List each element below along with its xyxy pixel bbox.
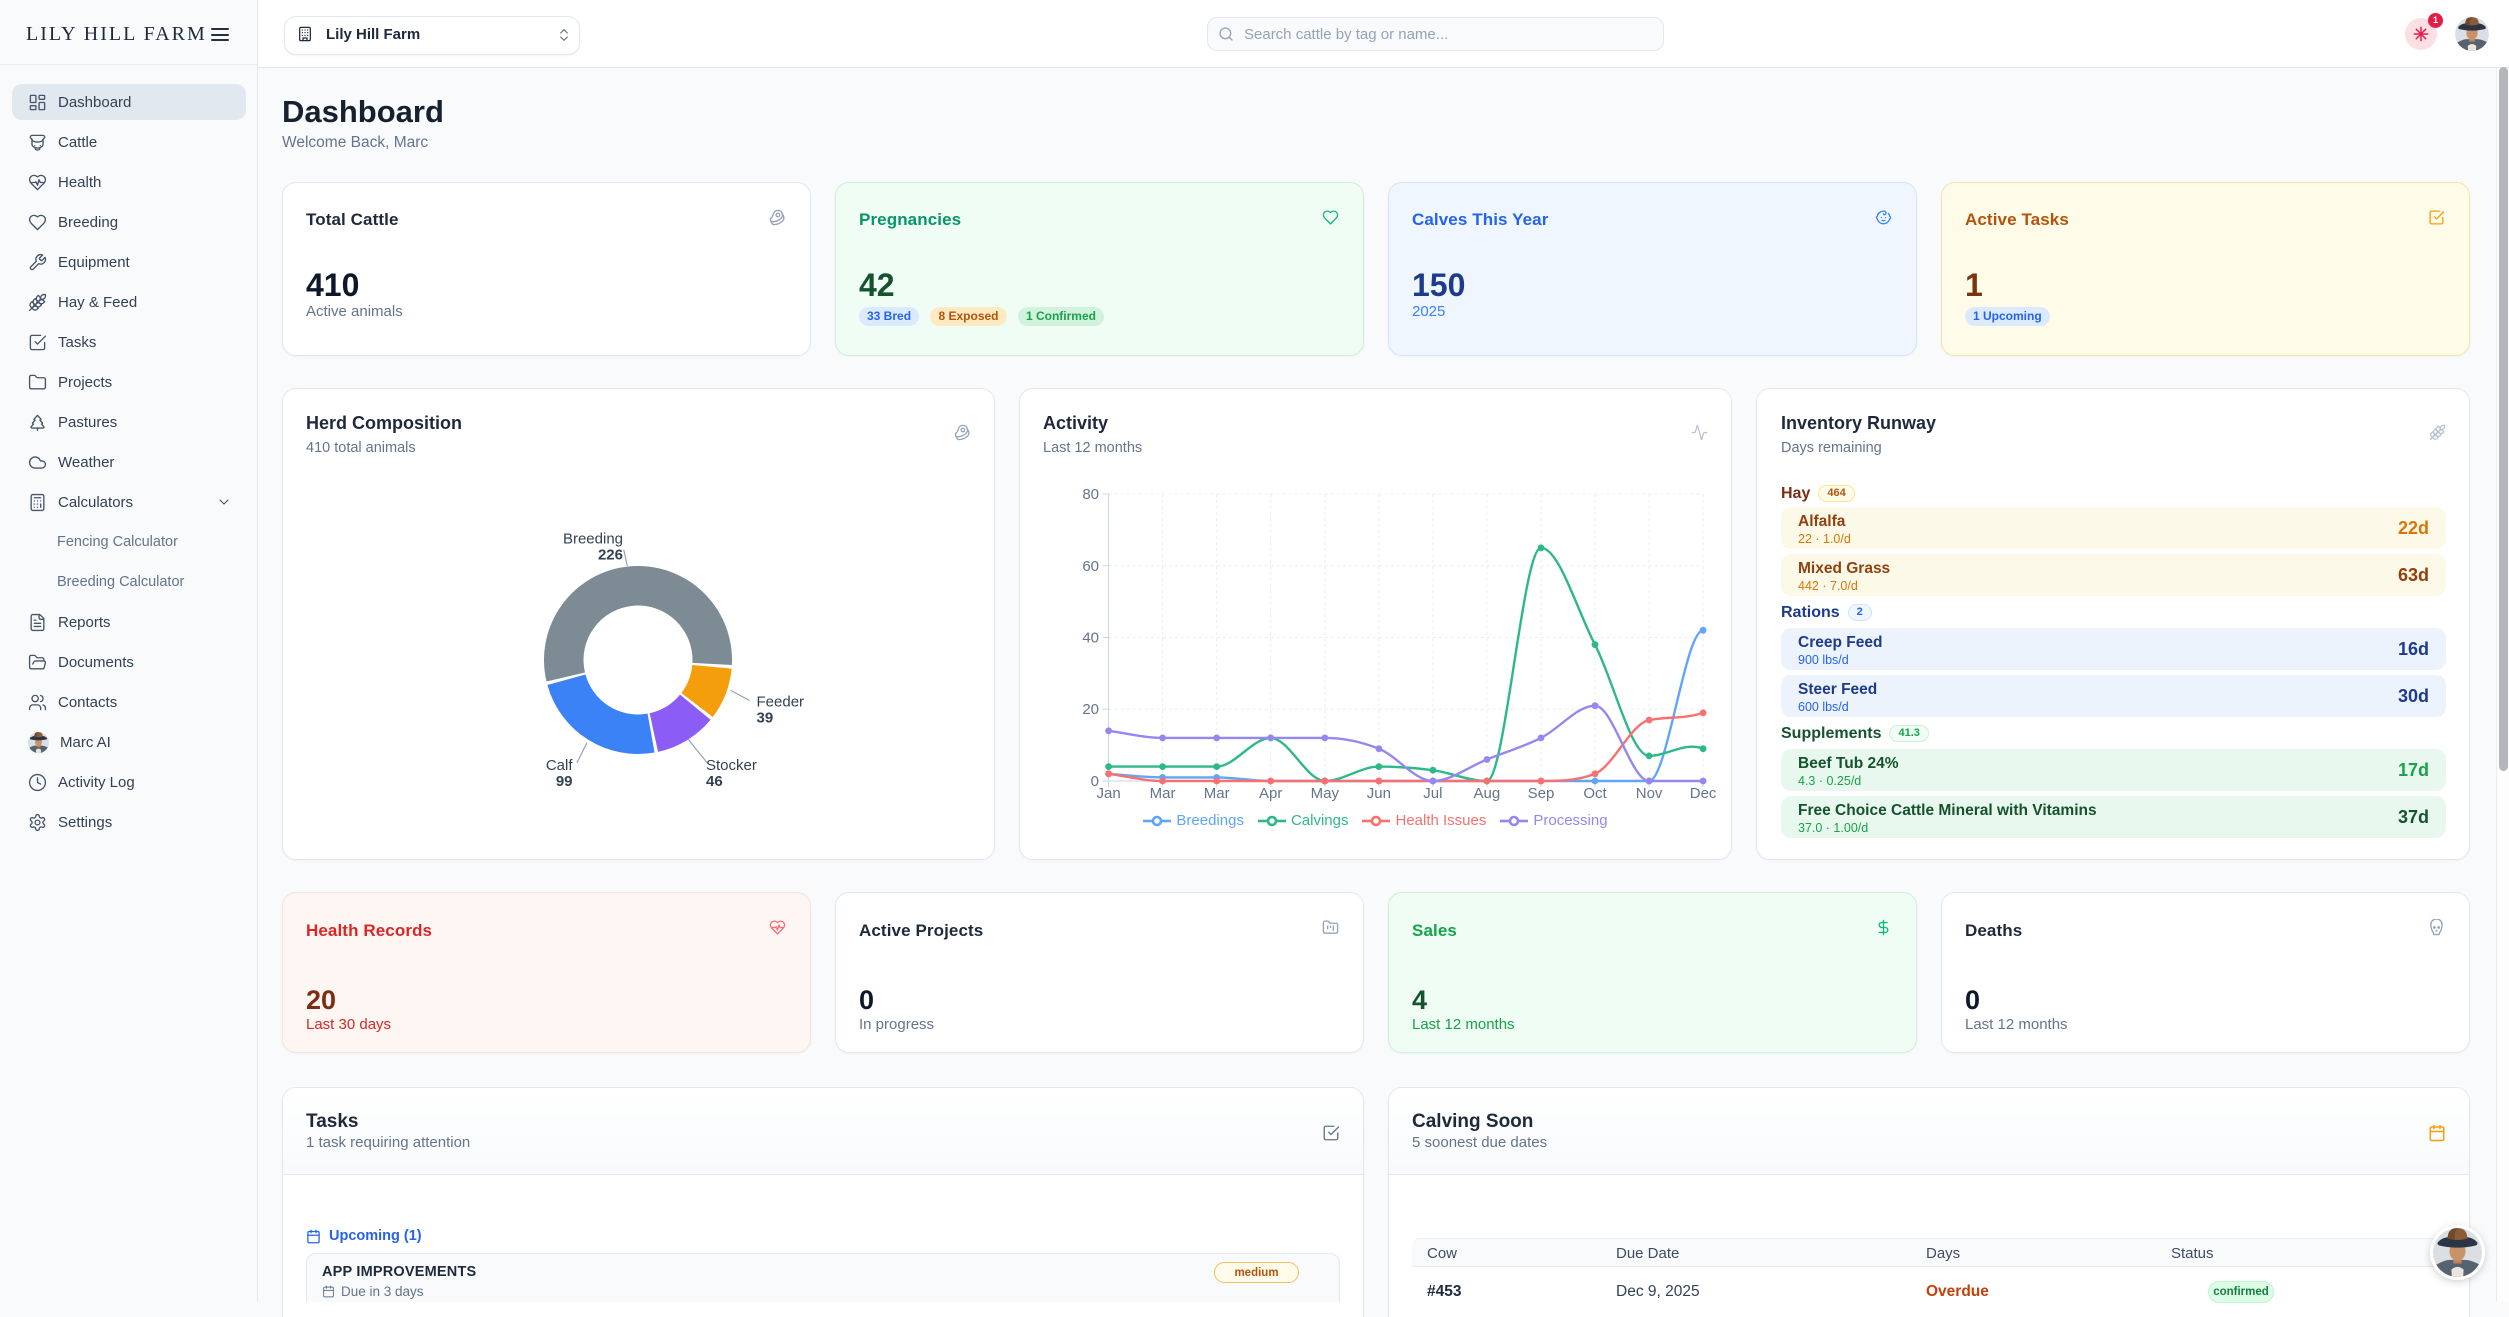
svg-text:Feeder: Feeder — [757, 693, 805, 710]
svg-text:226: 226 — [598, 547, 623, 564]
svg-text:40: 40 — [1082, 630, 1099, 647]
svg-text:60: 60 — [1082, 558, 1099, 575]
svg-text:May: May — [1311, 785, 1340, 802]
svg-text:Nov: Nov — [1636, 785, 1663, 802]
svg-text:39: 39 — [757, 709, 774, 726]
svg-text:Jun: Jun — [1367, 785, 1391, 802]
svg-text:Sep: Sep — [1528, 785, 1555, 802]
svg-text:46: 46 — [706, 773, 723, 790]
svg-text:Jul: Jul — [1423, 785, 1442, 802]
svg-text:Mar: Mar — [1204, 785, 1230, 802]
svg-text:Apr: Apr — [1259, 785, 1282, 802]
svg-text:99: 99 — [556, 773, 573, 790]
svg-text:20: 20 — [1082, 701, 1099, 718]
svg-text:Aug: Aug — [1474, 785, 1501, 802]
svg-text:80: 80 — [1082, 486, 1099, 503]
svg-text:Oct: Oct — [1583, 785, 1607, 802]
svg-text:Mar: Mar — [1150, 785, 1176, 802]
svg-text:Dec: Dec — [1690, 785, 1717, 802]
svg-text:Jan: Jan — [1097, 785, 1121, 802]
svg-text:Stocker: Stocker — [706, 757, 757, 774]
svg-text:Calf: Calf — [546, 757, 574, 774]
svg-text:Breeding: Breeding — [563, 531, 623, 548]
